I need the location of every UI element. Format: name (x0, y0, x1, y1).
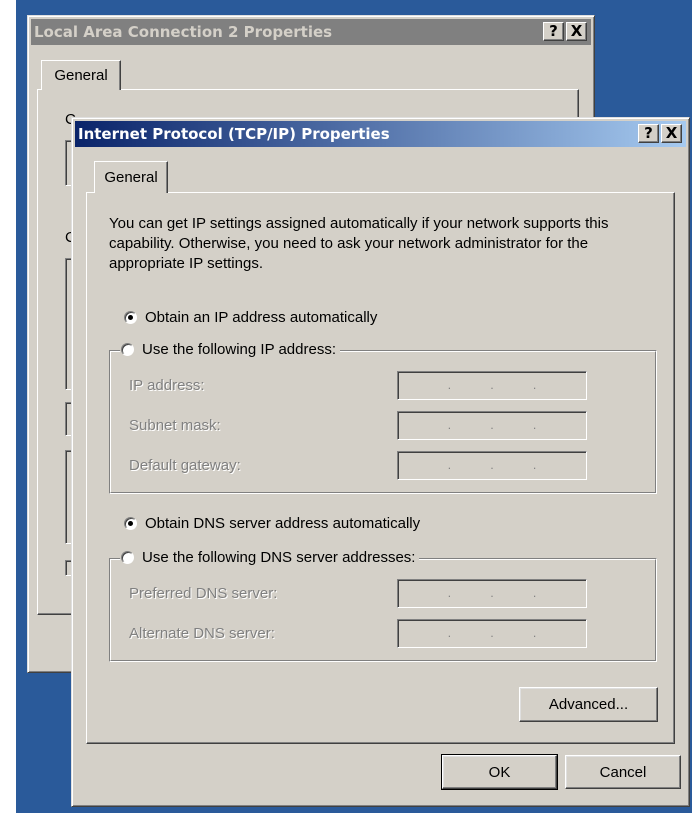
back-help-button[interactable]: ? (543, 22, 564, 41)
use-following-dns-radio[interactable] (121, 551, 134, 564)
ip-dot: . (447, 627, 452, 640)
subnet-mask-label: Subnet mask: (129, 417, 221, 434)
subnet-mask-input[interactable]: ... (397, 411, 587, 440)
obtain-dns-auto-radio[interactable] (124, 517, 137, 530)
use-following-ip-radio[interactable] (121, 343, 134, 356)
preferred-dns-input[interactable]: ... (397, 579, 587, 608)
back-tab-general[interactable]: General (41, 60, 121, 90)
ip-dot: . (490, 627, 494, 640)
ip-dot: . (532, 627, 537, 640)
help-button[interactable]: ? (638, 124, 659, 143)
ip-dot: . (447, 459, 452, 472)
tab-general[interactable]: General (94, 161, 168, 193)
use-following-ip-label[interactable]: Use the following IP address: (142, 341, 336, 358)
close-button[interactable]: X (661, 124, 682, 143)
ip-address-label: IP address: (129, 377, 205, 394)
obtain-ip-auto-label[interactable]: Obtain an IP address automatically (145, 309, 377, 326)
default-gateway-label: Default gateway: (129, 457, 241, 474)
alternate-dns-label: Alternate DNS server: (129, 625, 275, 642)
ok-button[interactable]: OK (441, 754, 558, 790)
tcpip-properties-dialog[interactable]: Internet Protocol (TCP/IP) Properties ? … (71, 117, 690, 807)
advanced-button[interactable]: Advanced... (519, 687, 658, 722)
default-gateway-input[interactable]: ... (397, 451, 587, 480)
ip-dot: . (447, 419, 452, 432)
back-window-title: Local Area Connection 2 Properties (34, 23, 333, 41)
alternate-dns-input[interactable]: ... (397, 619, 587, 648)
ip-dot: . (490, 419, 494, 432)
ip-dot: . (490, 587, 494, 600)
cancel-button[interactable]: Cancel (565, 755, 681, 789)
obtain-ip-auto-radio[interactable] (124, 311, 137, 324)
description-text: You can get IP settings assigned automat… (109, 215, 609, 272)
ip-dot: . (532, 379, 537, 392)
dialog-title: Internet Protocol (TCP/IP) Properties (78, 125, 390, 143)
ip-dot: . (490, 459, 494, 472)
obtain-dns-auto-label[interactable]: Obtain DNS server address automatically (145, 515, 420, 532)
obtain-ip-auto-radio-row[interactable]: Obtain an IP address automatically (124, 309, 382, 326)
ip-dot: . (532, 587, 537, 600)
obtain-dns-auto-radio-row[interactable]: Obtain DNS server address automatically (124, 515, 425, 532)
ip-dot: . (532, 459, 537, 472)
use-following-ip-radio-row[interactable]: Use the following IP address: (121, 341, 340, 358)
ip-dot: . (447, 587, 452, 600)
ip-address-input[interactable]: ... (397, 371, 587, 400)
ip-dot: . (532, 419, 537, 432)
back-window-titlebar[interactable]: Local Area Connection 2 Properties ? X (31, 19, 591, 45)
use-following-dns-radio-row[interactable]: Use the following DNS server addresses: (121, 549, 420, 566)
dialog-titlebar[interactable]: Internet Protocol (TCP/IP) Properties ? … (75, 121, 686, 147)
preferred-dns-label: Preferred DNS server: (129, 585, 278, 602)
ip-dot: . (490, 379, 494, 392)
use-following-dns-label[interactable]: Use the following DNS server addresses: (142, 549, 415, 566)
ip-dot: . (447, 379, 452, 392)
back-close-button[interactable]: X (566, 22, 587, 41)
